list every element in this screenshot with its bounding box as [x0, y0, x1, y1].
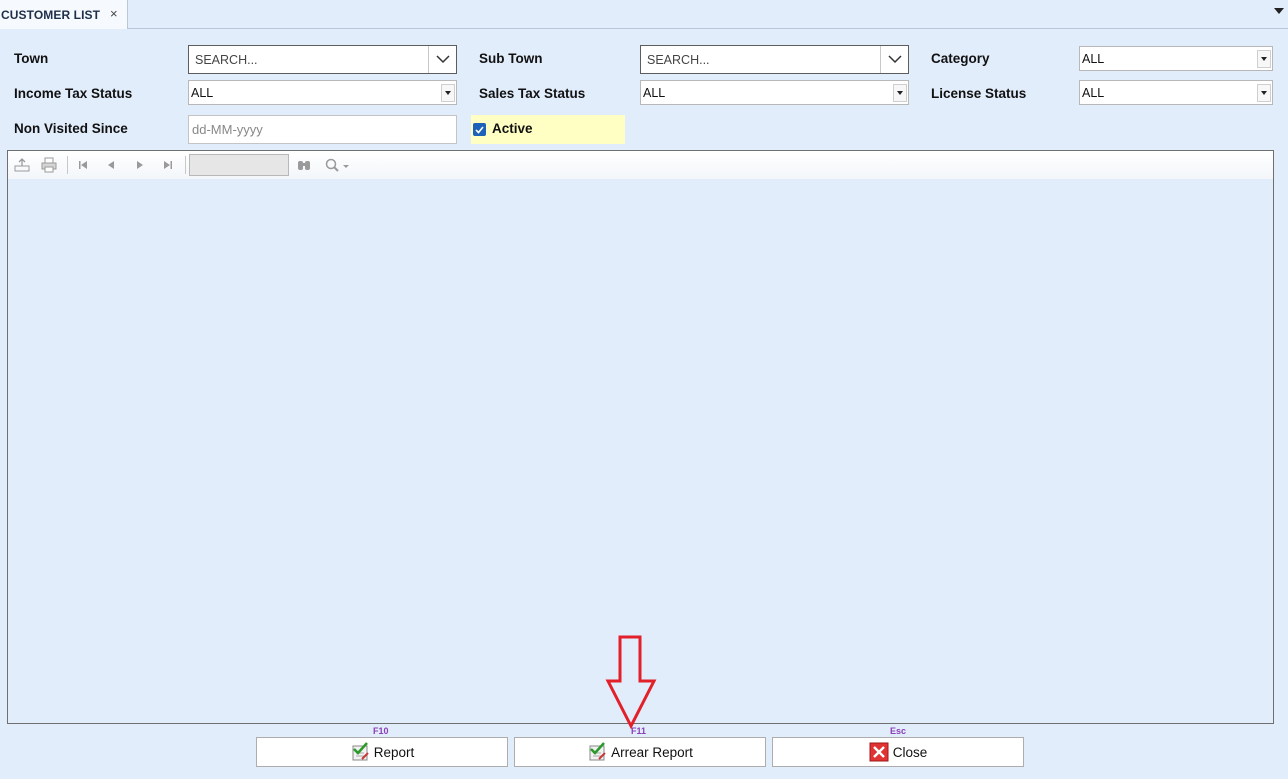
report-button-label: Report	[373, 744, 415, 760]
last-page-icon[interactable]	[160, 157, 176, 173]
category-value: ALL	[1082, 52, 1105, 66]
license-status-label: License Status	[931, 86, 1027, 101]
close-button[interactable]: Close	[772, 737, 1024, 767]
chevron-down-icon[interactable]	[428, 46, 456, 73]
sub-town-search-input[interactable]: SEARCH...	[647, 53, 710, 67]
toolbar-separator	[185, 156, 186, 174]
arrear-report-button[interactable]: Arrear Report	[514, 737, 766, 767]
sub-town-search-combo[interactable]: SEARCH...	[640, 45, 909, 74]
next-page-icon[interactable]	[132, 157, 148, 173]
town-search-input[interactable]: SEARCH...	[195, 53, 258, 67]
income-tax-status-label: Income Tax Status	[14, 86, 133, 101]
dropdown-arrow-icon[interactable]	[893, 84, 907, 102]
tab-title: CUSTOMER LIST	[1, 7, 101, 22]
toolbar-separator	[67, 156, 68, 174]
tab-close-icon[interactable]: ×	[110, 6, 118, 21]
non-visited-since-label: Non Visited Since	[14, 121, 128, 136]
dropdown-arrow-icon[interactable]	[1257, 50, 1271, 68]
check-report-icon	[589, 742, 606, 761]
viewer-toolbar	[8, 151, 1273, 179]
prev-page-icon[interactable]	[103, 157, 119, 173]
non-visited-since-date-field[interactable]: dd-MM-yyyy	[188, 115, 457, 144]
close-button-label: Close	[892, 744, 928, 760]
active-checkbox[interactable]	[473, 123, 486, 136]
license-status-value: ALL	[1082, 86, 1105, 100]
export-icon[interactable]	[14, 157, 30, 173]
tab-customer-list[interactable]: CUSTOMER LIST ×	[0, 0, 128, 29]
report-button[interactable]: Report	[256, 737, 508, 767]
dropdown-arrow-icon[interactable]	[1257, 84, 1271, 102]
close-shortcut-label: Esc	[890, 726, 907, 736]
sales-tax-status-label: Sales Tax Status	[479, 86, 586, 101]
zoom-icon[interactable]	[324, 157, 350, 173]
town-label: Town	[14, 51, 49, 66]
tab-menu-dropdown-icon[interactable]	[1274, 8, 1284, 14]
category-label: Category	[931, 51, 990, 66]
report-shortcut-label: F10	[373, 726, 389, 736]
sales-tax-status-value: ALL	[643, 86, 666, 100]
page-number-input[interactable]	[189, 154, 289, 176]
town-search-combo[interactable]: SEARCH...	[188, 45, 457, 74]
print-icon[interactable]	[41, 157, 57, 173]
find-icon[interactable]	[296, 157, 312, 173]
license-status-select[interactable]: ALL	[1079, 80, 1273, 105]
red-x-icon	[869, 742, 889, 762]
check-report-icon	[352, 742, 369, 761]
active-label: Active	[492, 121, 533, 136]
dropdown-arrow-icon[interactable]	[441, 84, 455, 102]
tab-bar: CUSTOMER LIST ×	[0, 0, 1288, 29]
date-placeholder: dd-MM-yyyy	[192, 122, 263, 137]
sales-tax-status-select[interactable]: ALL	[640, 80, 909, 105]
sub-town-label: Sub Town	[479, 51, 543, 66]
annotation-down-arrow-icon	[605, 635, 657, 730]
category-select[interactable]: ALL	[1079, 46, 1273, 71]
arrear-report-button-label: Arrear Report	[611, 744, 693, 760]
active-checkbox-container[interactable]: Active	[471, 115, 625, 144]
income-tax-status-select[interactable]: ALL	[188, 80, 457, 105]
first-page-icon[interactable]	[75, 157, 91, 173]
income-tax-status-value: ALL	[191, 86, 214, 100]
chevron-down-icon[interactable]	[880, 46, 908, 73]
